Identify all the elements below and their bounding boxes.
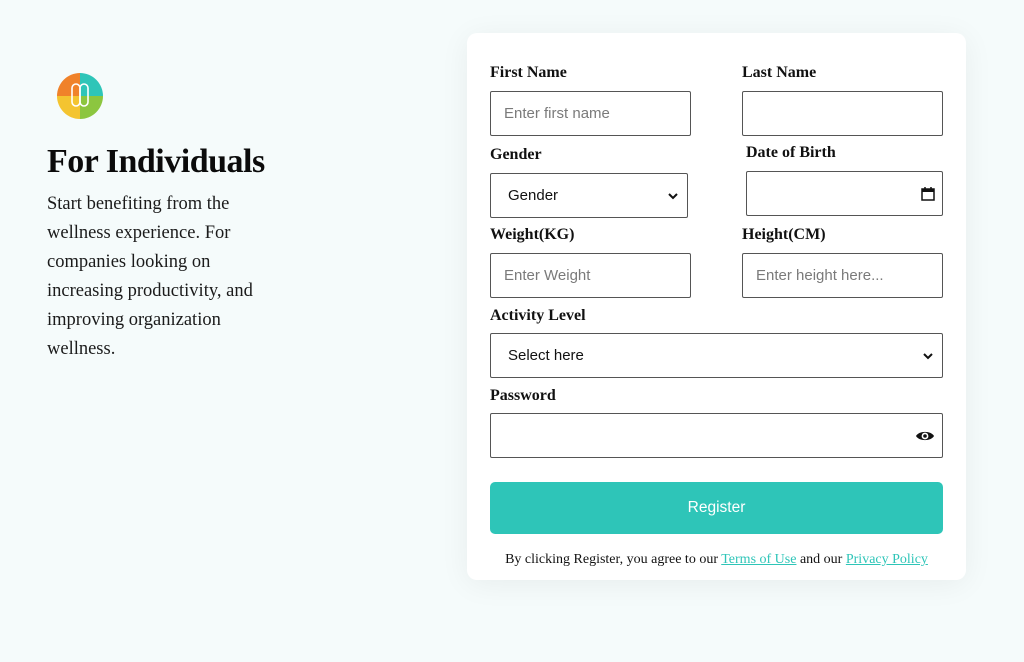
dob-field[interactable] bbox=[746, 171, 943, 216]
terms-of-use-link[interactable]: Terms of Use bbox=[721, 552, 796, 567]
first-name-label: First Name bbox=[490, 64, 567, 81]
gender-select[interactable]: Gender bbox=[490, 173, 688, 218]
chevron-down-icon bbox=[923, 352, 933, 359]
weight-input[interactable] bbox=[504, 254, 690, 297]
height-label: Height(CM) bbox=[742, 226, 826, 243]
last-name-label: Last Name bbox=[742, 64, 817, 81]
brand-logo bbox=[57, 73, 103, 119]
eye-icon[interactable] bbox=[915, 428, 935, 444]
weight-label: Weight(KG) bbox=[490, 226, 575, 243]
privacy-policy-link[interactable]: Privacy Policy bbox=[846, 552, 928, 567]
activity-level-label: Activity Level bbox=[490, 307, 586, 324]
terms-notice: By clicking Register, you agree to our T… bbox=[467, 552, 966, 568]
gender-value: Gender bbox=[508, 187, 559, 204]
chevron-down-icon bbox=[668, 192, 678, 199]
page-title: For Individuals bbox=[47, 143, 265, 180]
last-name-field[interactable] bbox=[742, 91, 943, 136]
first-name-input[interactable] bbox=[504, 92, 690, 135]
password-field[interactable] bbox=[490, 413, 943, 458]
terms-mid: and our bbox=[796, 552, 846, 567]
last-name-input[interactable] bbox=[756, 92, 942, 135]
activity-level-select[interactable]: Select here bbox=[490, 333, 943, 378]
terms-prefix: By clicking Register, you agree to our bbox=[505, 552, 722, 567]
height-field[interactable] bbox=[742, 253, 943, 298]
activity-level-value: Select here bbox=[508, 347, 584, 364]
dob-label: Date of Birth bbox=[746, 144, 836, 161]
calendar-icon[interactable] bbox=[920, 186, 936, 202]
hero-description: Start benefiting from the wellness exper… bbox=[47, 194, 253, 359]
registration-card: First Name Last Name Gender Gender Date … bbox=[467, 33, 966, 580]
password-input[interactable] bbox=[504, 414, 906, 457]
height-input[interactable] bbox=[756, 254, 942, 297]
password-label: Password bbox=[490, 387, 556, 404]
gender-label: Gender bbox=[490, 146, 542, 163]
weight-field[interactable] bbox=[490, 253, 691, 298]
register-button[interactable]: Register bbox=[490, 482, 943, 534]
first-name-field[interactable] bbox=[490, 91, 691, 136]
